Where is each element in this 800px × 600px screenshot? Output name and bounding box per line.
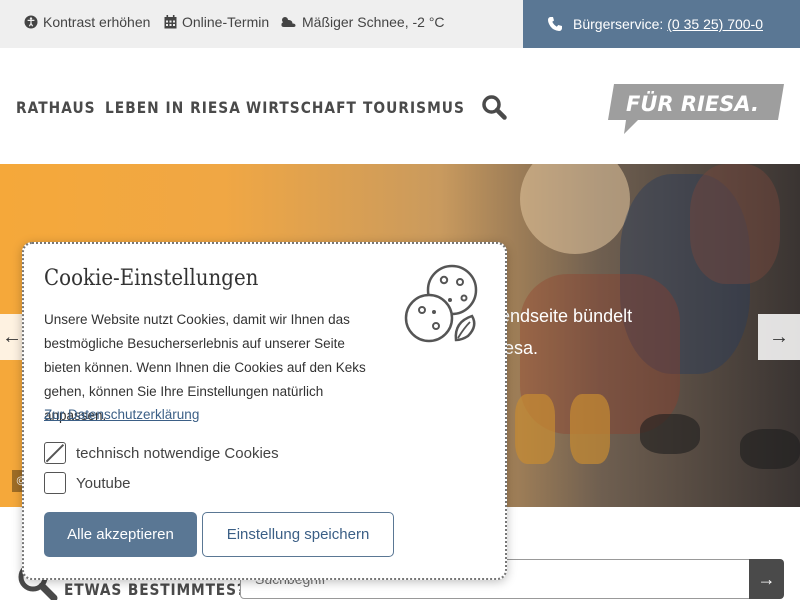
weather-label: Mäßiger Schnee, -2 °C xyxy=(302,14,445,30)
privacy-policy-link[interactable]: Zur Datenschutzerklärung xyxy=(44,407,199,422)
accept-all-button[interactable]: Alle akzeptieren xyxy=(44,512,197,557)
hero-photo-boot xyxy=(515,394,555,464)
citizen-service: Bürgerservice: (0 35 25) 700-0 xyxy=(523,0,800,48)
cookie-dialog: Cookie-Einstellungen Unsere Website nutz… xyxy=(22,242,507,580)
cookie-dialog-title: Cookie-Einstellungen xyxy=(44,266,259,291)
nav-rathaus[interactable]: RATHAUS xyxy=(16,98,96,117)
hero-photo-person xyxy=(690,164,780,284)
weather-cloud-icon xyxy=(281,17,296,27)
calendar-icon xyxy=(164,15,177,29)
search-section-label: ETWAS BESTIMMTES? xyxy=(64,580,246,599)
cookie-icon xyxy=(404,264,478,343)
nav-search-button[interactable] xyxy=(481,94,507,125)
accessibility-icon xyxy=(24,15,38,29)
online-appointment-label: Online-Termin xyxy=(182,14,270,30)
arrow-right-icon: → xyxy=(757,568,776,589)
nav-leben-in-riesa[interactable]: LEBEN IN RIESA xyxy=(105,98,241,117)
hero-text: endseite bündelt iesa. xyxy=(500,300,632,364)
logo-text: FÜR RIESA. xyxy=(626,91,759,116)
fuer-riesa-logo[interactable]: FÜR RIESA. xyxy=(608,84,784,134)
hero-text-line: iesa. xyxy=(500,338,539,358)
cookie-option-necessary: technisch notwendige Cookies xyxy=(44,442,279,464)
online-appointment-link[interactable]: Online-Termin xyxy=(164,14,269,30)
service-phone-link[interactable]: (0 35 25) 700-0 xyxy=(667,16,763,32)
nav-wirtschaft[interactable]: WIRTSCHAFT xyxy=(246,98,357,117)
cookie-option-label: technisch notwendige Cookies xyxy=(76,444,279,462)
hero-photo-shoe xyxy=(640,414,700,454)
checkbox-necessary xyxy=(44,442,66,464)
cookie-option-youtube[interactable]: Youtube xyxy=(44,472,131,494)
arrow-left-icon: ← xyxy=(2,325,22,348)
search-icon xyxy=(482,95,507,120)
contrast-label: Kontrast erhöhen xyxy=(43,14,151,30)
service-label: Bürgerservice: xyxy=(573,16,664,32)
search-submit-button[interactable]: → xyxy=(749,559,784,599)
hero-photo-shoe xyxy=(740,429,800,469)
weather-info: Mäßiger Schnee, -2 °C xyxy=(280,14,445,30)
arrow-right-icon: → xyxy=(769,325,789,348)
hero-text-line: endseite bündelt xyxy=(500,306,633,326)
slider-next-button[interactable]: → xyxy=(758,314,800,360)
contrast-toggle[interactable]: Kontrast erhöhen xyxy=(24,14,150,30)
cookie-option-label: Youtube xyxy=(76,474,131,492)
save-settings-button[interactable]: Einstellung speichern xyxy=(202,512,394,557)
hero-photo-boot xyxy=(570,394,610,464)
checkbox-youtube[interactable] xyxy=(44,472,66,494)
nav-tourismus[interactable]: TOURISMUS xyxy=(363,98,465,117)
slider-prev-button[interactable]: ← xyxy=(0,314,24,360)
hero-photo-person xyxy=(520,164,630,254)
top-bar: Kontrast erhöhen Online-Termin Mäßiger S… xyxy=(0,0,800,48)
phone-icon xyxy=(548,17,562,31)
main-header: RATHAUS LEBEN IN RIESA WIRTSCHAFT TOURIS… xyxy=(0,48,800,164)
